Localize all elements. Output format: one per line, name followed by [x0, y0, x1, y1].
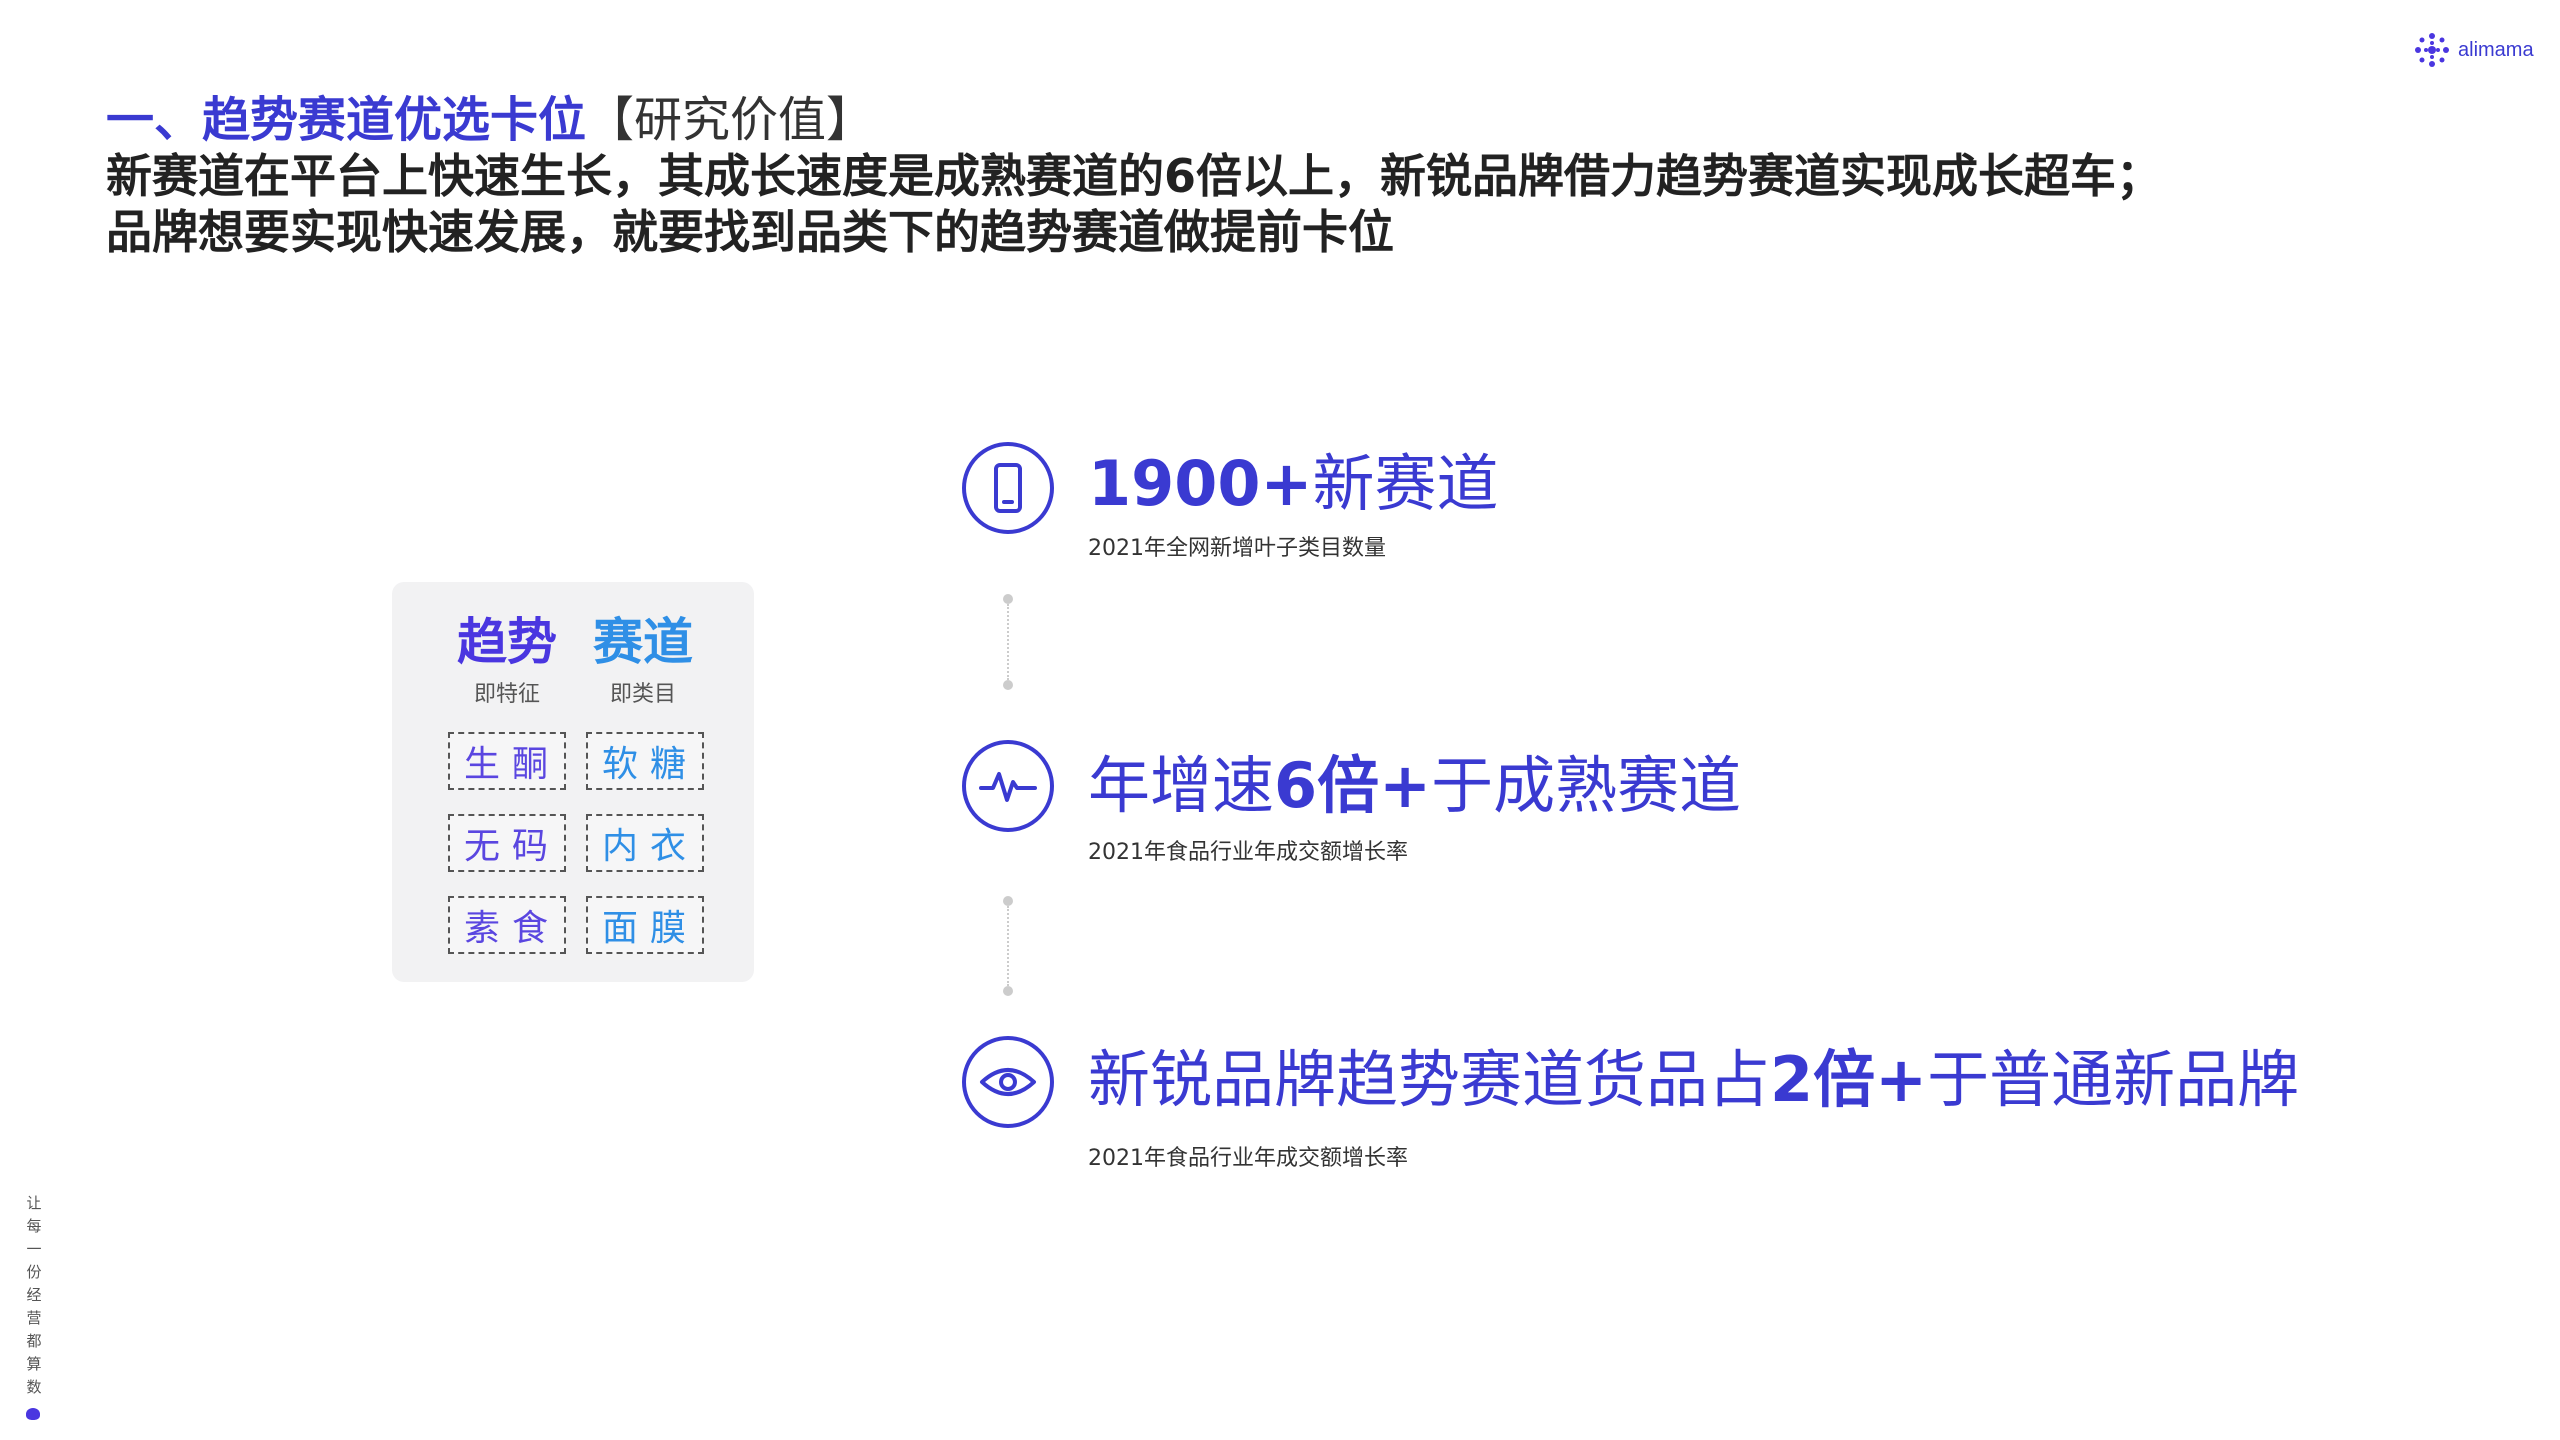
tag-category: 内衣: [586, 814, 704, 872]
track-heading-sub: 即类目: [609, 682, 676, 707]
logo-text: alimama: [2458, 38, 2534, 61]
trend-heading-sub: 即特征: [473, 682, 540, 707]
stat-prefix: 新锐品牌趋势赛道货品占: [1088, 1043, 1771, 1116]
stat-value: 1900+: [1088, 447, 1313, 520]
stat-text: 新赛道: [1312, 447, 1499, 520]
tag-trend: 素食: [448, 896, 566, 954]
stat-value: 6倍+: [1274, 749, 1432, 822]
stat-new-brand-share: 新锐品牌趋势赛道货品占2倍+于普通新品牌: [1088, 1044, 2299, 1116]
slogan-char: 经: [26, 1286, 42, 1304]
title-main: 一、趋势赛道优选卡位: [106, 92, 587, 148]
track-heading-title: 赛道: [593, 613, 693, 671]
stat-text: 于成熟赛道: [1431, 749, 1742, 822]
slogan-char: 数: [26, 1378, 42, 1396]
page-title: 一、趋势赛道优选卡位【研究价值】: [106, 92, 2406, 148]
slogan-char: 都: [26, 1332, 42, 1350]
stat-growth-rate: 年增速6倍+于成熟赛道: [1088, 750, 1741, 822]
brand-dot-icon: [26, 1408, 40, 1420]
slogan-char: 算: [26, 1355, 42, 1373]
pulse-icon: [962, 740, 1054, 832]
tag-trend: 无码: [448, 814, 566, 872]
slogan-char: 营: [26, 1309, 42, 1327]
stat-caption: 2021年食品行业年成交额增长率: [1088, 840, 1408, 865]
stat-caption: 2021年食品行业年成交额增长率: [1088, 1146, 1408, 1171]
tag-category: 软糖: [586, 732, 704, 790]
slogan-char: 一: [26, 1240, 42, 1258]
stat-text: 于普通新品牌: [1927, 1043, 2300, 1116]
summary-line-2: 品牌想要实现快速发展，就要找到品类下的趋势赛道做提前卡位: [106, 205, 1394, 259]
side-slogan: 让 每 一 份 经 营 都 算 数: [24, 1192, 44, 1399]
tag-trend: 生酮: [448, 732, 566, 790]
trend-heading: 趋势 即特征: [442, 612, 572, 708]
phone-icon: [962, 442, 1054, 534]
tag-category: 面膜: [586, 896, 704, 954]
slogan-char: 每: [26, 1217, 42, 1235]
stat-prefix: 年增速: [1088, 749, 1275, 822]
slogan-char: 份: [26, 1263, 42, 1281]
trend-heading-title: 趋势: [457, 613, 557, 671]
stat-new-tracks: 1900+新赛道: [1088, 448, 1499, 520]
alimama-logo-icon: [2415, 33, 2449, 67]
title-bracket: 【研究价值】: [586, 92, 875, 148]
slogan-char: 让: [26, 1194, 42, 1212]
brand-logo: alimama: [2412, 30, 2534, 70]
stat-value: 2倍+: [1770, 1043, 1928, 1116]
eye-icon: [962, 1036, 1054, 1128]
summary-line-1: 新赛道在平台上快速生长，其成长速度是成熟赛道的6倍以上，新锐品牌借力趋势赛道实现…: [106, 149, 2163, 203]
trend-track-card: 趋势 即特征 赛道 即类目 生酮 软糖 无码 内衣 素食 面膜: [392, 582, 754, 982]
page-header: 一、趋势赛道优选卡位【研究价值】 新赛道在平台上快速生长，其成长速度是成熟赛道的…: [106, 92, 2406, 260]
stat-caption: 2021年全网新增叶子类目数量: [1088, 536, 1386, 561]
track-heading: 赛道 即类目: [578, 612, 708, 708]
